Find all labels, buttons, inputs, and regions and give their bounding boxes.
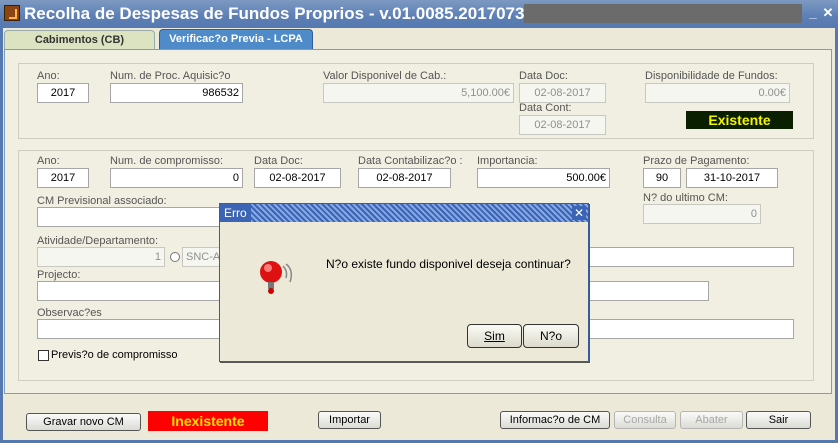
atividade-radio[interactable]: [170, 252, 180, 262]
disponibilidade-label: Disponibilidade de Fundos:: [645, 70, 778, 82]
sair-button[interactable]: Sair: [746, 411, 811, 429]
importar-button[interactable]: Importar: [318, 411, 381, 429]
dialog-message: N?o existe fundo disponivel deseja conti…: [326, 257, 571, 271]
sim-button[interactable]: Sim: [467, 324, 522, 348]
tab-cabimentos[interactable]: Cabimentos (CB): [4, 30, 155, 50]
observacoes-field-end[interactable]: [589, 319, 794, 339]
ano-label: Ano:: [37, 70, 60, 82]
dialog-title-bar: Erro ✕: [220, 204, 588, 222]
data-doc-comp-field[interactable]: 02-08-2017: [254, 168, 341, 188]
valor-disponivel-label: Valor Disponivel de Cab.:: [323, 70, 447, 82]
close-icon[interactable]: ✕: [821, 6, 835, 20]
previsao-checkbox[interactable]: [38, 350, 49, 361]
cm-previsional-field[interactable]: [37, 207, 223, 227]
prazo-data-field[interactable]: 31-10-2017: [686, 168, 778, 188]
alarm-bell-icon: [256, 256, 296, 296]
title-bar: Recolha de Despesas de Fundos Proprios -…: [0, 0, 838, 28]
atividade-desc-field[interactable]: [589, 247, 794, 267]
disponibilidade-field: 0.00€: [645, 83, 790, 103]
tab-verificacao-previa[interactable]: Verificac?o Previa - LCPA: [159, 29, 313, 50]
cm-status-badge: Inexistente: [148, 411, 268, 431]
atividade-code-field: SNC-A: [182, 247, 222, 267]
fundos-status-badge: Existente: [686, 111, 793, 129]
previsao-label: Previs?o de compromisso: [51, 349, 178, 361]
ultimo-cm-field: 0: [643, 204, 761, 224]
abater-button: Abater: [680, 411, 743, 429]
nao-button[interactable]: N?o: [523, 324, 579, 348]
app-icon[interactable]: [4, 5, 20, 21]
importancia-label: Importancia:: [477, 155, 538, 167]
gravar-novo-cm-button[interactable]: Gravar novo CM: [26, 413, 141, 431]
window-title: Recolha de Despesas de Fundos Proprios -…: [24, 4, 534, 23]
data-doc-comp-label: Data Doc:: [254, 155, 303, 167]
ano-comp-field[interactable]: 2017: [37, 168, 89, 188]
prazo-dias-field[interactable]: 90: [643, 168, 681, 188]
num-compromisso-field[interactable]: 0: [110, 168, 243, 188]
observacoes-field[interactable]: [37, 319, 223, 339]
prazo-pagamento-label: Prazo de Pagamento:: [643, 155, 750, 167]
dialog-title: Erro: [220, 204, 251, 222]
dialog-close-icon[interactable]: ✕: [572, 206, 586, 220]
minimize-icon[interactable]: _: [806, 6, 820, 20]
proc-aquisicao-label: Num. de Proc. Aquisic?o: [110, 70, 231, 82]
data-cont-label: Data Cont:: [519, 102, 572, 114]
projecto-field[interactable]: [37, 281, 223, 301]
importancia-field[interactable]: 500.00€: [477, 168, 610, 188]
data-contabilizacao-label: Data Contabilizac?o :: [358, 155, 463, 167]
informacao-cm-button[interactable]: Informac?o de CM: [500, 411, 610, 429]
ano-field[interactable]: 2017: [37, 83, 89, 103]
projecto-desc-field[interactable]: [589, 281, 709, 301]
ano-comp-label: Ano:: [37, 155, 60, 167]
valor-disponivel-field: 5,100.00€: [323, 83, 514, 103]
data-contabilizacao-field[interactable]: 02-08-2017: [358, 168, 451, 188]
atividade-label: Atividade/Departamento:: [37, 235, 159, 247]
data-cont-field: 02-08-2017: [519, 115, 606, 135]
atividade-field: 1: [37, 247, 165, 267]
cm-previsional-label: CM Previsional associado:: [37, 195, 167, 207]
data-doc-label: Data Doc:: [519, 70, 568, 82]
proc-aquisicao-field[interactable]: 986532: [110, 83, 243, 103]
num-compromisso-label: Num. de compromisso:: [110, 155, 224, 167]
ultimo-cm-label: N? do ultimo CM:: [643, 192, 728, 204]
title-bar-filler: [524, 4, 802, 23]
projecto-label: Projecto:: [37, 269, 81, 281]
consulta-button: Consulta: [614, 411, 676, 429]
data-doc-field: 02-08-2017: [519, 83, 606, 103]
error-dialog: Erro ✕ N?o existe fundo disponivel desej…: [219, 203, 589, 362]
observacoes-label: Observac?es: [37, 307, 102, 319]
